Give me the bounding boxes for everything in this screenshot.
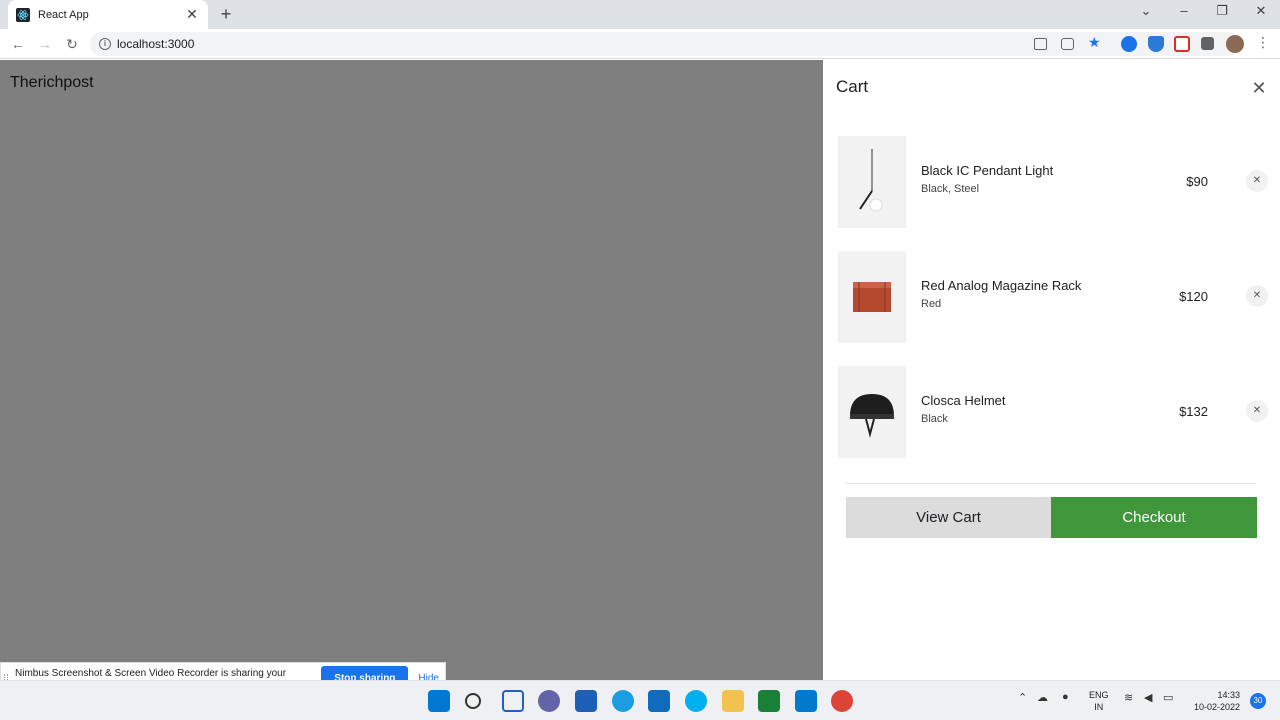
language-indicator[interactable]: ENG IN [1089, 689, 1109, 713]
item-variant: Red [921, 298, 942, 310]
cart-item: Closca Helmet Black $132 ✕ [838, 366, 1268, 458]
checkout-button[interactable]: Checkout [1051, 497, 1257, 538]
cart-item: Black IC Pendant Light Black, Steel $90 … [838, 136, 1268, 228]
url-text: localhost:3000 [117, 37, 195, 51]
new-tab-icon[interactable]: + [216, 4, 236, 24]
microphone-icon[interactable]: ● [1062, 691, 1069, 703]
skype-icon[interactable] [685, 690, 707, 712]
browser-toolbar: ← → ↻ i localhost:3000 ★ ⋮ [0, 29, 1280, 59]
drawer-close-icon[interactable]: ✕ [1251, 78, 1267, 99]
task-view-icon[interactable] [502, 690, 524, 712]
volume-icon[interactable]: ◀ [1144, 691, 1152, 704]
windows-start-icon[interactable] [428, 690, 450, 712]
region-code: IN [1094, 702, 1104, 712]
reload-icon[interactable]: ↻ [62, 34, 82, 54]
wifi-icon[interactable]: ≋ [1124, 691, 1133, 704]
pendant-light-image [838, 136, 906, 228]
tab-title: React App [38, 8, 89, 21]
search-icon[interactable] [465, 693, 481, 709]
file-explorer-icon[interactable] [722, 690, 744, 712]
cart-drawer: Cart ✕ Black IC Pendant Light Black, Ste… [823, 60, 1280, 680]
cloud-icon[interactable]: ☁ [1037, 691, 1048, 704]
tab-search-icon[interactable]: ⌄ [1136, 3, 1156, 19]
edge-icon[interactable] [612, 690, 634, 712]
site-info-icon[interactable]: i [99, 38, 111, 50]
drawer-backdrop[interactable] [0, 60, 823, 680]
store-icon[interactable] [575, 690, 597, 712]
item-price: $120 [1179, 289, 1208, 304]
item-variant: Black [921, 413, 948, 425]
cart-item: Red Analog Magazine Rack Red $120 ✕ [838, 251, 1268, 343]
item-name[interactable]: Red Analog Magazine Rack [921, 278, 1081, 293]
cart-title: Cart [836, 77, 869, 96]
react-favicon-icon [16, 7, 30, 22]
remove-item-button[interactable]: ✕ [1246, 400, 1268, 422]
window-close-icon[interactable]: ✕ [1251, 3, 1271, 19]
item-price: $90 [1186, 174, 1208, 189]
item-name[interactable]: Black IC Pendant Light [921, 163, 1053, 178]
battery-icon[interactable]: ▭ [1163, 691, 1173, 704]
tab-close-icon[interactable]: ✕ [184, 6, 200, 23]
browser-tab[interactable]: React App ✕ [8, 0, 208, 29]
restore-icon[interactable]: ❐ [1212, 3, 1232, 19]
view-cart-button[interactable]: View Cart [846, 497, 1051, 538]
system-clock[interactable]: 14:33 10-02-2022 [1180, 689, 1240, 713]
chevron-up-icon[interactable]: ⌃ [1018, 691, 1027, 704]
recorder-extension-icon[interactable] [1174, 36, 1190, 52]
minimize-icon[interactable]: – [1174, 3, 1194, 18]
shield-extension-icon[interactable] [1148, 36, 1164, 52]
clock-date: 10-02-2022 [1193, 702, 1240, 712]
extension-1-icon[interactable] [1121, 36, 1137, 52]
chrome-icon[interactable] [831, 690, 853, 712]
notepad-icon[interactable] [758, 690, 780, 712]
mail-icon[interactable] [648, 690, 670, 712]
install-app-icon[interactable] [1034, 38, 1047, 50]
forward-icon[interactable]: → [35, 34, 55, 54]
browser-tabstrip: React App ✕ + ⌄ – ❐ ✕ [0, 0, 1280, 29]
vscode-icon[interactable] [795, 690, 817, 712]
chrome-menu-icon[interactable]: ⋮ [1256, 34, 1272, 50]
page-viewport: Therichpost Cart ✕ Black IC Pendant Ligh… [0, 60, 1280, 680]
cart-divider [846, 483, 1256, 484]
windows-taskbar: ⌃ ☁ ● ENG IN ≋ ◀ ▭ 14:33 10-02-2022 30 [0, 680, 1280, 720]
profile-avatar[interactable] [1226, 35, 1244, 53]
item-name[interactable]: Closca Helmet [921, 393, 1006, 408]
item-variant: Black, Steel [921, 183, 980, 195]
helmet-image [838, 366, 906, 458]
back-icon[interactable]: ← [8, 34, 28, 54]
remove-item-button[interactable]: ✕ [1246, 170, 1268, 192]
magazine-rack-image [838, 251, 906, 343]
remove-item-button[interactable]: ✕ [1246, 285, 1268, 307]
share-icon[interactable] [1061, 38, 1074, 50]
extensions-puzzle-icon[interactable] [1201, 37, 1214, 50]
item-price: $132 [1179, 404, 1208, 419]
notification-badge[interactable]: 30 [1250, 693, 1266, 709]
bookmark-star-icon[interactable]: ★ [1088, 34, 1104, 50]
chat-icon[interactable] [538, 690, 560, 712]
lang-code: ENG [1089, 690, 1109, 700]
clock-time: 14:33 [1217, 690, 1240, 700]
